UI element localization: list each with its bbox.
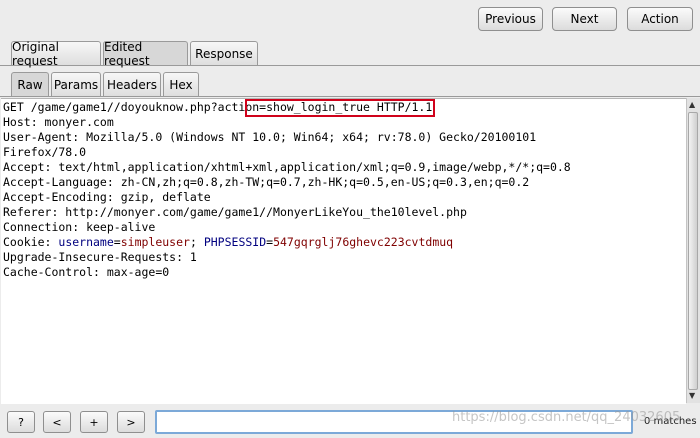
- request-line-start: GET /game/game1//doyouknow.php?: [3, 100, 218, 114]
- scroll-thumb[interactable]: [688, 112, 698, 390]
- header-accept-encoding: Accept-Encoding: gzip, deflate: [3, 190, 211, 204]
- tab-params[interactable]: Params: [51, 72, 101, 96]
- search-add-button[interactable]: +: [80, 411, 108, 433]
- request-line-end: HTTP/1.1: [369, 100, 433, 114]
- cookie-name-username: username: [58, 235, 114, 249]
- header-user-agent: User-Agent: Mozilla/5.0 (Windows NT 10.0…: [3, 130, 537, 144]
- tab-hex[interactable]: Hex: [163, 72, 199, 96]
- help-button[interactable]: ?: [7, 411, 35, 433]
- vertical-scrollbar[interactable]: ▲ ▼: [686, 98, 700, 403]
- request-line-param: action=show_login_true: [217, 100, 370, 114]
- header-user-agent-cont: Firefox/78.0: [3, 145, 87, 159]
- match-count: 0 matches: [644, 416, 697, 427]
- tab-headers[interactable]: Headers: [103, 72, 161, 96]
- header-referer: Referer: http://monyer.com/game/game1//M…: [3, 205, 467, 219]
- header-cookie: Cookie: username=simpleuser; PHPSESSID=5…: [3, 235, 453, 250]
- tab-raw[interactable]: Raw: [11, 72, 49, 96]
- header-accept: Accept: text/html,application/xhtml+xml,…: [3, 160, 571, 174]
- subtab-strip-divider: [0, 96, 700, 97]
- search-input[interactable]: [155, 410, 633, 434]
- cookie-value-username: simpleuser: [120, 235, 190, 249]
- cookie-name-phpsessid: PHPSESSID: [203, 235, 267, 249]
- raw-request-editor[interactable]: GET /game/game1//doyouknow.php?action=sh…: [1, 98, 686, 404]
- search-next-button[interactable]: >: [117, 411, 145, 433]
- header-host: Host: monyer.com: [3, 115, 114, 129]
- tab-original-request[interactable]: Original request: [11, 40, 101, 68]
- cookie-value-phpsessid: 547gqrglj76ghevc223cvtdmuq: [273, 235, 454, 249]
- header-connection: Connection: keep-alive: [3, 220, 156, 234]
- next-button[interactable]: Next: [552, 7, 617, 31]
- tab-response[interactable]: Response: [190, 41, 258, 65]
- request-line: GET /game/game1//doyouknow.php?action=sh…: [3, 100, 432, 115]
- header-upgrade-insecure: Upgrade-Insecure-Requests: 1: [3, 250, 197, 264]
- cookie-sep: ;: [189, 235, 204, 249]
- cookie-eq: =: [113, 235, 121, 249]
- scroll-up-icon[interactable]: ▲: [689, 100, 695, 109]
- previous-button[interactable]: Previous: [478, 7, 543, 31]
- action-button[interactable]: Action: [627, 7, 693, 31]
- header-accept-language: Accept-Language: zh-CN,zh;q=0.8,zh-TW;q=…: [3, 175, 530, 189]
- search-previous-button[interactable]: <: [43, 411, 71, 433]
- tab-edited-request[interactable]: Edited request: [103, 40, 188, 68]
- scroll-down-icon[interactable]: ▼: [689, 391, 695, 400]
- cookie-prefix: Cookie:: [3, 235, 59, 249]
- header-cache-control: Cache-Control: max-age=0: [3, 265, 170, 279]
